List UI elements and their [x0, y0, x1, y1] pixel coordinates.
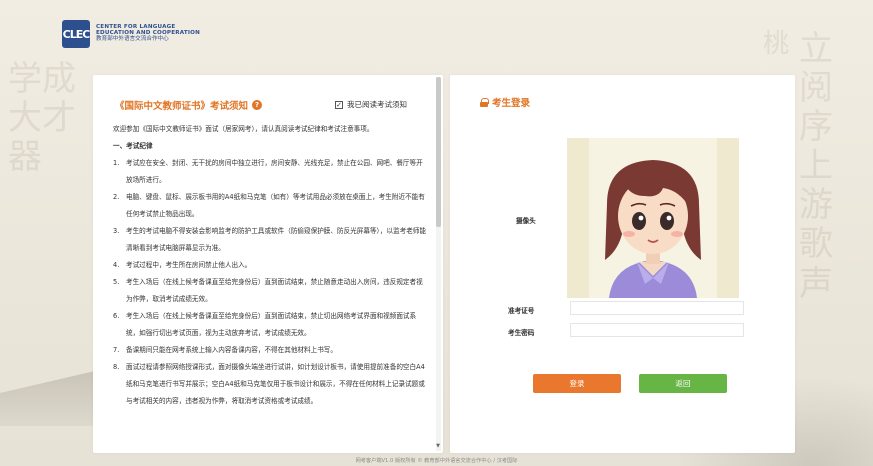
scrollbar-thumb[interactable]	[436, 77, 441, 227]
notice-title-text: 《国际中文教师证书》考试须知	[115, 101, 249, 112]
clec-logo-icon: CLEC	[62, 20, 90, 48]
camera-preview	[567, 138, 739, 298]
notice-item: 5. 考生入场后（在线上候考备课直至给完身份后）直到面试结束，禁止随意走动出入房间…	[113, 278, 423, 303]
notice-item: 1. 考试应在安全、封闭、无干扰的房间中独立进行，房间安静、光线充足，禁止在公园、…	[113, 159, 423, 184]
help-icon[interactable]: ?	[252, 100, 263, 110]
scroll-down-arrow-icon[interactable]: ▼	[436, 443, 440, 449]
background-calligraphy-left: 学成大才器	[8, 59, 76, 178]
notice-title: 《国际中文教师证书》考试须知 ?	[115, 98, 263, 112]
login-title-text: 考生登录	[492, 98, 531, 109]
org-name-cn: 教育部中外语言交流合作中心	[96, 35, 169, 42]
notice-item: 6. 考生入场后（在线上候考备课直至给完身份后）直到面试结束，禁止切出网络考试界面…	[113, 312, 417, 337]
background-pavilion-roof	[0, 371, 95, 426]
login-title: 考生登录	[480, 95, 530, 109]
lock-icon	[480, 97, 489, 107]
notice-item: 7. 备课期间只能在网考系统上输入内容备课内容，不得在其他材料上书写。	[113, 346, 337, 354]
org-name: CENTER FOR LANGUAGE EDUCATION AND COOPER…	[96, 24, 200, 43]
avatar-placeholder-illustration	[567, 138, 739, 298]
notice-item: 2. 电脑、键盘、鼠标、展示板书用的A4纸和马克笔（如有）等考试用品必须放在桌面上…	[113, 193, 425, 218]
password-label: 考生密码	[508, 329, 535, 337]
exam-notice-panel: 《国际中文教师证书》考试须知 ? ✓ 我已阅读考试须知 欢迎参加《国际中文教师证…	[93, 75, 443, 453]
password-input[interactable]	[570, 323, 744, 337]
notice-intro: 欢迎参加《国际中文教师证书》面试（居家网考），请认真阅读考试纪律和考试注意事项。	[113, 125, 374, 133]
ticket-number-label: 准考证号	[508, 307, 535, 315]
read-notice-label: 我已阅读考试须知	[347, 100, 407, 109]
login-button[interactable]: 登录	[533, 374, 621, 393]
notice-item: 8. 面试过程请参照网络授课形式，面对摄像头端坐进行试讲，如计划设计板书，请使用提…	[113, 363, 425, 405]
camera-label: 摄像头	[516, 217, 536, 225]
background-calligraphy-right-small: 桃	[763, 29, 790, 59]
notice-body: 欢迎参加《国际中文教师证书》面试（居家网考），请认真阅读考试纪律和考试注意事项。…	[113, 121, 428, 410]
checkbox-checked-icon[interactable]: ✓	[335, 100, 343, 109]
notice-item: 4. 考试过程中，考生所在房间禁止他人出入。	[113, 261, 252, 269]
footer-copyright: 网考客户端V1.0 版权所有 © 教育部中外语言交流合作中心 / 汉考国际	[355, 458, 518, 464]
notice-scrollbar[interactable]: ▼	[436, 77, 441, 451]
header-logo: CLEC CENTER FOR LANGUAGE EDUCATION AND C…	[62, 20, 200, 48]
notice-item: 3. 考生的考试电脑不得安装会影响监考的防护工具或软件（防偷窥保护膜、防反光屏幕等…	[113, 227, 427, 252]
notice-section-heading: 一、考试纪律	[113, 142, 153, 150]
back-button[interactable]: 返回	[639, 374, 727, 393]
read-notice-checkbox[interactable]: ✓ 我已阅读考试须知	[335, 99, 407, 110]
background-calligraphy-right: 立阅序上游歌声	[799, 29, 833, 304]
login-panel: 考生登录 摄像头 准考证号 考生密码 登录 返回	[450, 75, 795, 453]
ticket-number-input[interactable]	[570, 301, 744, 315]
